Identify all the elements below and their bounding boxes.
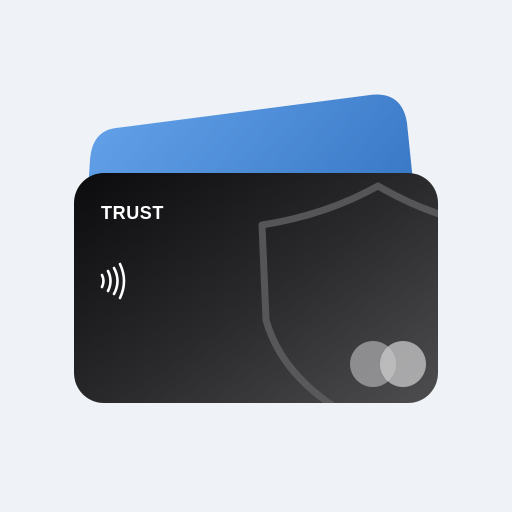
wallet-cards-artwork: [74, 94, 438, 403]
card-network-logo-icon: [350, 341, 426, 387]
card-brand-label: TRUST: [101, 203, 164, 223]
wallet-illustration: TRUST: [0, 0, 512, 512]
